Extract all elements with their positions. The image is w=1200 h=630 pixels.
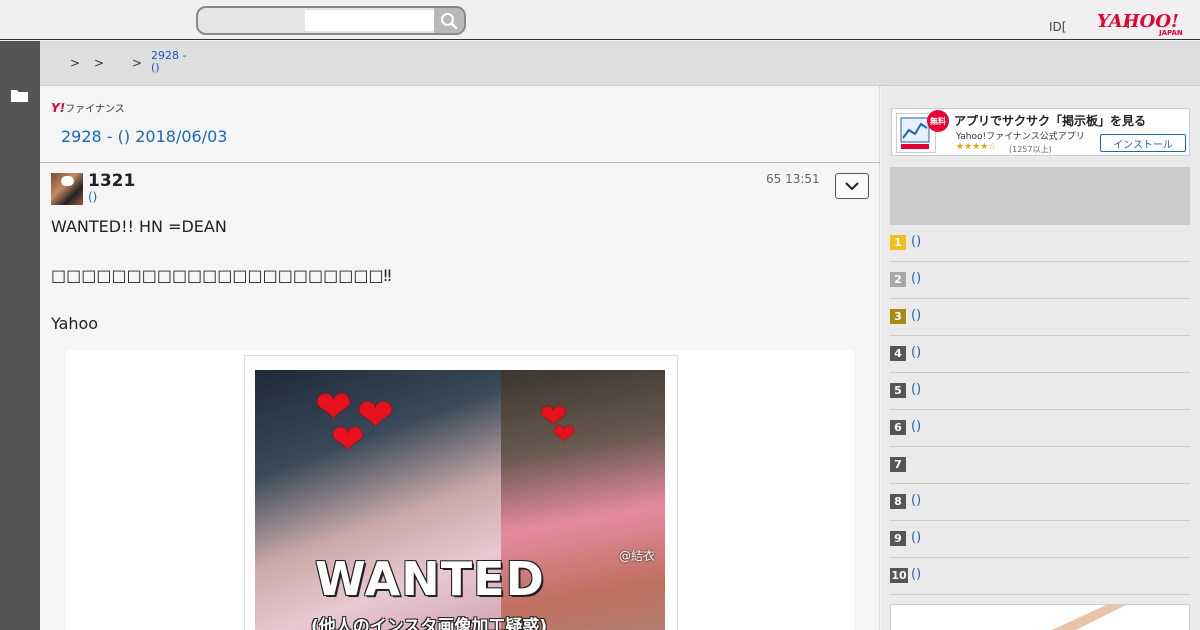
free-badge: 無料 (927, 110, 949, 132)
left-rail (0, 41, 40, 630)
ranking-item[interactable]: 5 () (890, 373, 1190, 410)
post-image[interactable]: ❤ ❤ ❤ ❤ ❤ @結衣 WANTED (他人のインスタ画像加工疑惑) (66, 350, 854, 630)
star-rating: ★★★★☆ (956, 142, 997, 152)
rank-badge: 3 (890, 309, 906, 324)
ranking-item[interactable]: 9 () (890, 521, 1190, 558)
ranking-item[interactable]: 2 () (890, 262, 1190, 299)
yahoo-japan-logo[interactable]: YAHOO! JAPAN (1097, 10, 1189, 36)
post-text-line: WANTED!! HN =DEAN (51, 217, 227, 236)
breadcrumb-line: () (151, 61, 160, 74)
rank-badge: 9 (890, 531, 906, 546)
rank-badge: 5 (890, 383, 906, 398)
ad-subtitle: Yahoo!ファイナンス公式アプリ (956, 132, 1085, 142)
ad-headline: アプリでサクサク「掲示板」を見る (954, 114, 1147, 128)
ranking-item-label[interactable]: () (911, 493, 921, 508)
top-bar: ID[ ] YAHOO! JAPAN (0, 0, 1200, 40)
post-menu-button[interactable] (835, 173, 869, 199)
svg-text:JAPAN: JAPAN (1158, 29, 1183, 36)
ranking-item[interactable]: 1 () (890, 225, 1190, 262)
post-author[interactable]: 1321 (88, 171, 135, 191)
sidebar: 無料 アプリでサクサク「掲示板」を見る Yahoo!ファイナンス公式アプリ ★★… (881, 86, 1200, 630)
ranking-item[interactable]: 4 () (890, 336, 1190, 373)
image-tag: @結衣 (619, 549, 656, 563)
image-subtitle: (他人のインスタ画像加工疑惑) (311, 617, 548, 630)
rating-count: (1257以上) (1009, 145, 1052, 154)
main-column: Y!ファイナンス 2928 - () 2018/06/03 1321 () 65… (40, 86, 880, 630)
ad-placeholder (890, 167, 1190, 225)
ranking-item-label[interactable]: () (911, 271, 921, 286)
ad-image (1051, 605, 1126, 630)
ranking-item-label[interactable]: () (911, 234, 921, 249)
ranking-item-label[interactable]: () (911, 345, 921, 360)
post-time: 65 13:51 (766, 172, 820, 186)
post-text-line: □□□□□□□□□□□□□□□□□□□□□□‼ (51, 266, 392, 285)
ranking-item-label[interactable]: () (911, 382, 921, 397)
login-link[interactable]: ID[ (1049, 20, 1066, 34)
install-button[interactable]: インストール (1100, 134, 1186, 152)
post-author-sub[interactable]: () (88, 190, 97, 204)
rank-badge: 6 (890, 420, 906, 435)
rank-badge: 2 (890, 272, 906, 287)
search-icon (441, 12, 458, 29)
ranking-item[interactable]: 6 () (890, 410, 1190, 447)
rank-badge: 1 (890, 235, 906, 250)
divider (40, 162, 880, 163)
search-box (196, 6, 466, 35)
photo-frame: ❤ ❤ ❤ ❤ ❤ @結衣 WANTED (他人のインスタ画像加工疑惑) (244, 355, 678, 630)
ranking-item[interactable]: 10() (890, 558, 1190, 595)
ranking-item[interactable]: 7 (890, 447, 1190, 484)
rank-badge: 8 (890, 494, 906, 509)
finance-logo-mark: Y! (51, 101, 66, 115)
rank-badge: 4 (890, 346, 906, 361)
ranking-item-label[interactable]: () (911, 530, 921, 545)
chevron-down-icon (845, 181, 859, 190)
image-wanted-text: WANTED (315, 552, 545, 606)
breadcrumb: > > > 2928 - () (40, 41, 1200, 86)
search-input[interactable] (305, 10, 435, 31)
breadcrumb-separator: > (94, 56, 105, 70)
breadcrumb-current-link[interactable]: 2928 - () (151, 50, 186, 74)
heart-icon: ❤ (331, 417, 365, 463)
rank-badge: 7 (890, 457, 906, 472)
folder-icon[interactable] (11, 89, 28, 102)
ranking-item-label[interactable]: () (911, 567, 921, 582)
post-text-line: Yahoo (51, 314, 99, 333)
rank-badge: 10 (890, 568, 908, 583)
ranking-item-label[interactable]: () (911, 308, 921, 323)
finance-logo[interactable]: Y!ファイナンス (51, 100, 125, 115)
heart-icon: ❤ (553, 420, 575, 450)
bottom-ad-image[interactable] (890, 604, 1190, 630)
ranking-item-label[interactable]: () (911, 419, 921, 434)
ranking-item[interactable]: 8 () (890, 484, 1190, 521)
breadcrumb-separator: > (70, 56, 81, 70)
board-title[interactable]: 2928 - () 2018/06/03 (61, 127, 227, 146)
ranking-item[interactable]: 3 () (890, 299, 1190, 336)
breadcrumb-separator: > (132, 56, 143, 70)
avatar[interactable] (51, 173, 83, 205)
finance-logo-text: ファイナンス (65, 104, 125, 115)
search-button[interactable] (434, 8, 464, 33)
app-install-banner[interactable]: 無料 アプリでサクサク「掲示板」を見る Yahoo!ファイナンス公式アプリ ★★… (891, 108, 1190, 156)
